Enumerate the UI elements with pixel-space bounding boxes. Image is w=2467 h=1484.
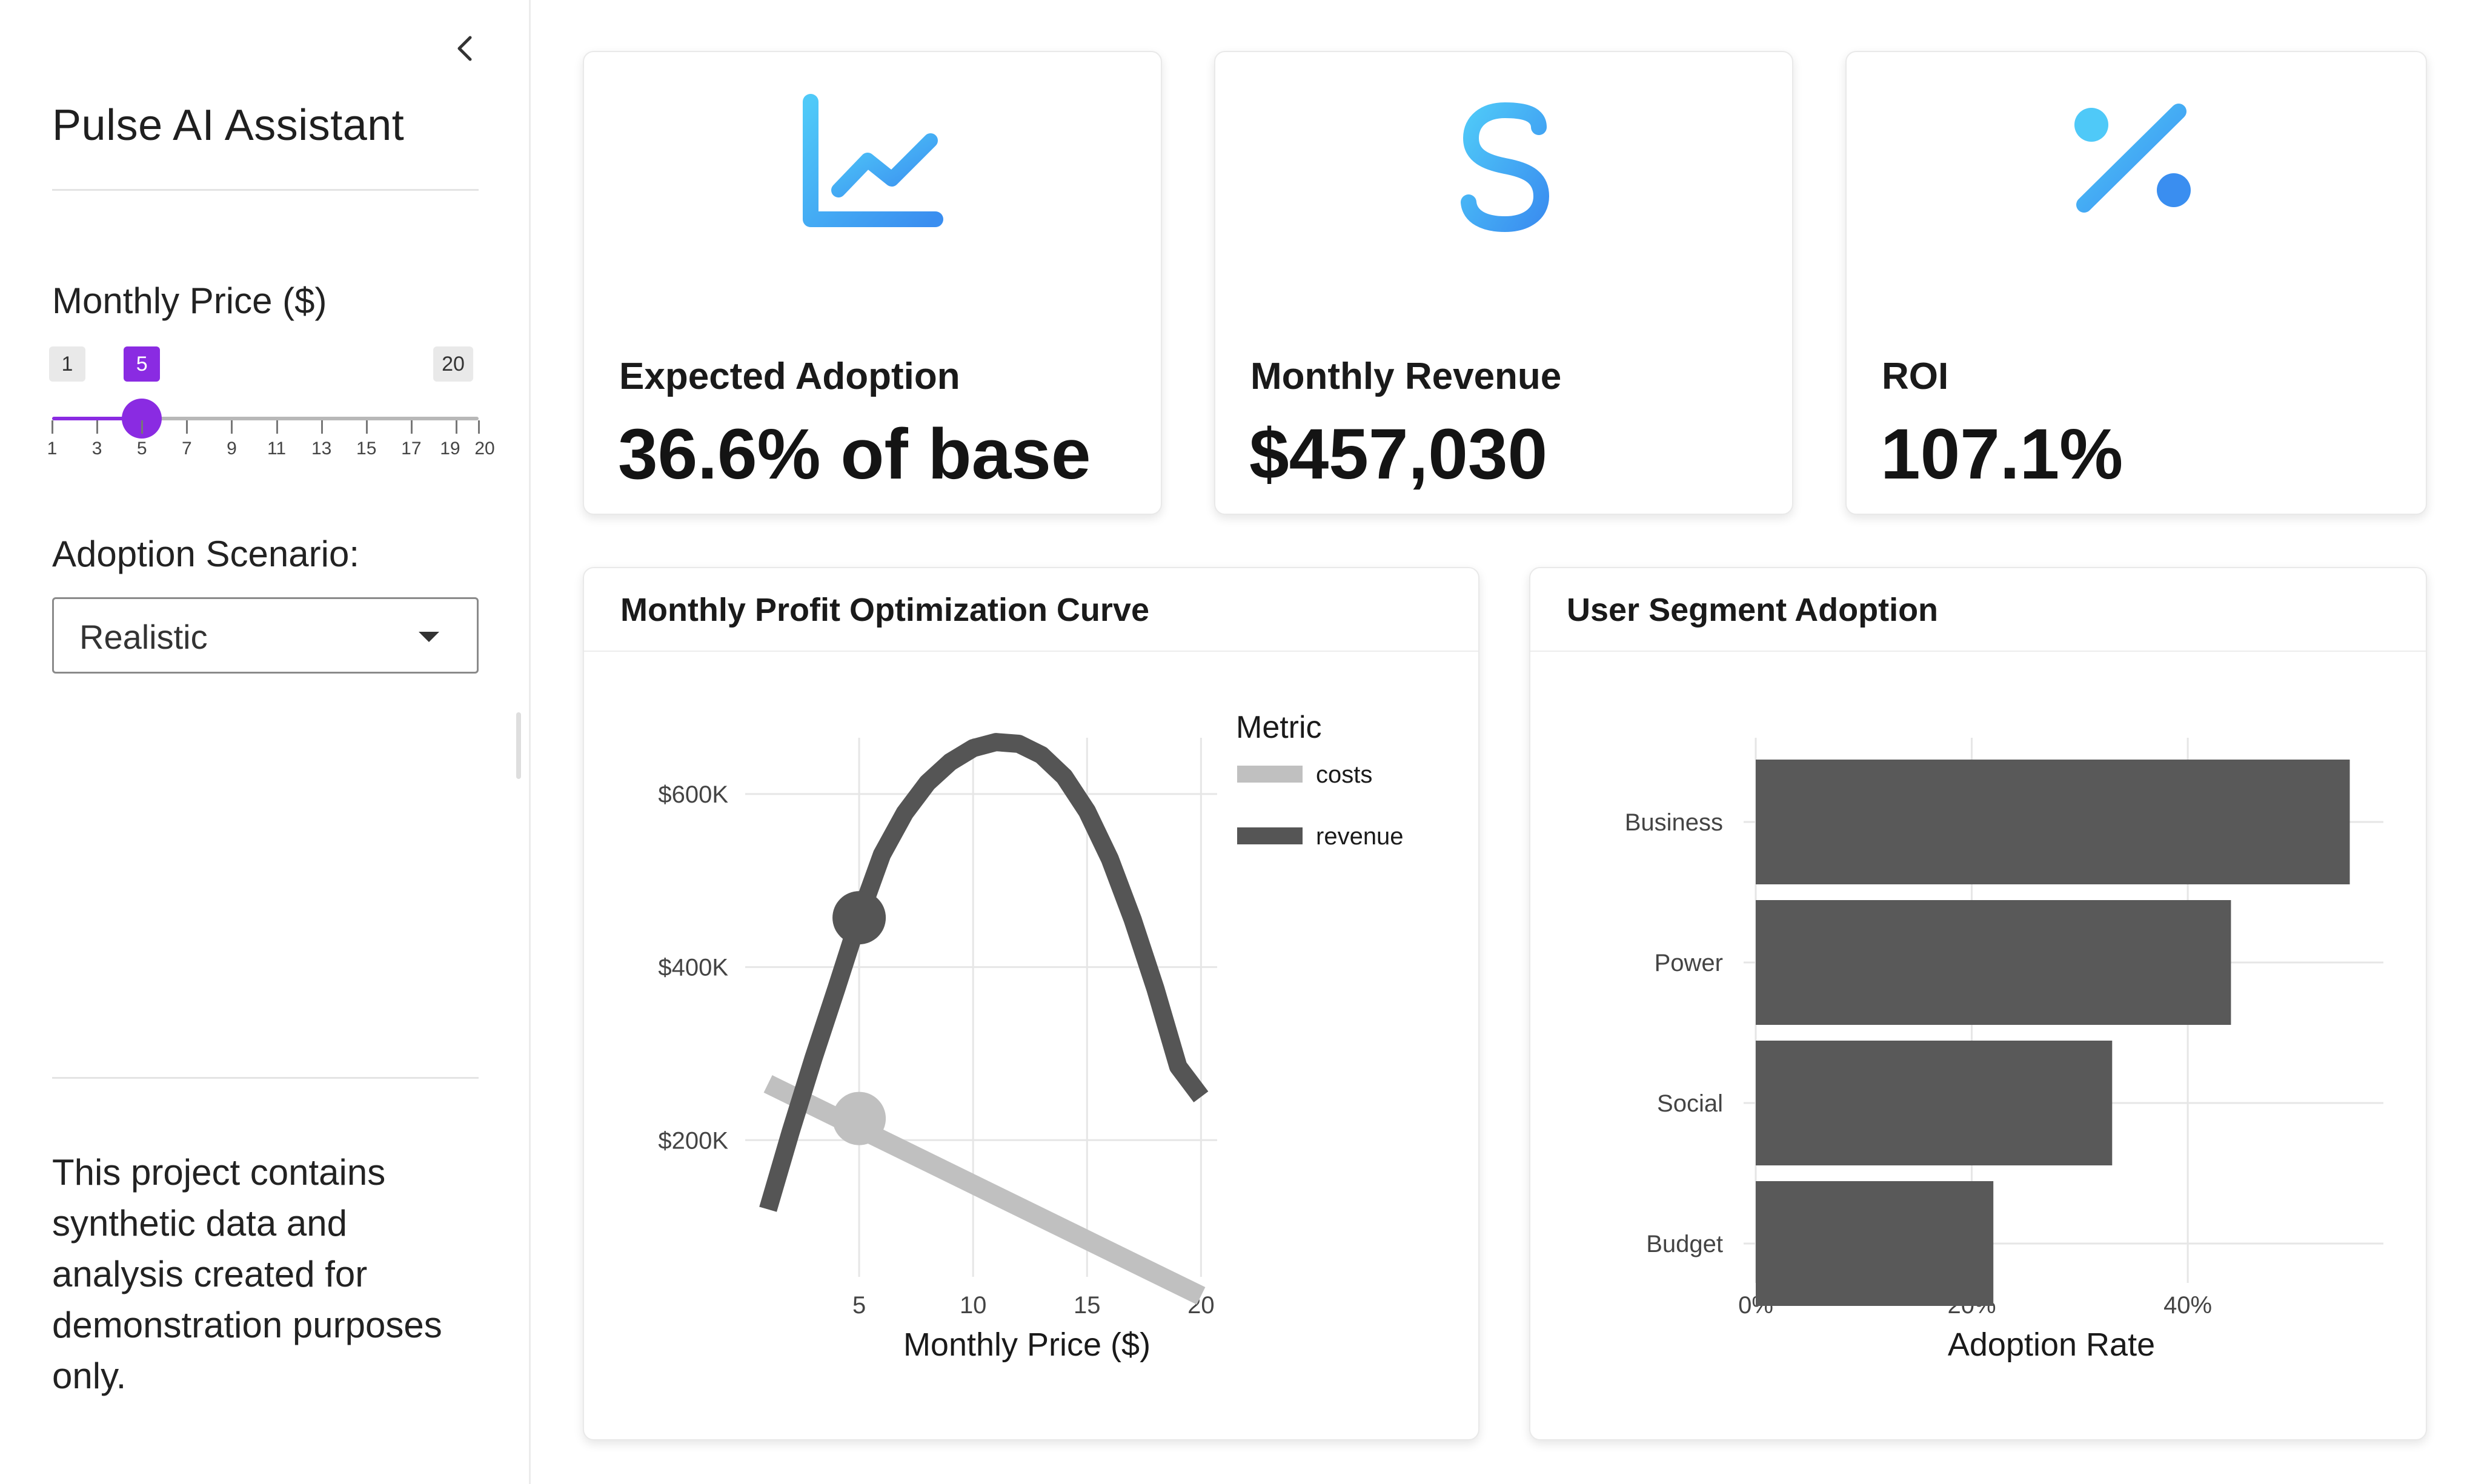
legend-swatch-costs bbox=[1237, 766, 1303, 783]
bar-power bbox=[1756, 900, 2231, 1025]
x-tick-label: 15 bbox=[1074, 1292, 1101, 1319]
collapse-sidebar-button[interactable] bbox=[448, 31, 482, 65]
slider-tick-label: 13 bbox=[311, 439, 332, 459]
x-axis-title: Adoption Rate bbox=[1948, 1327, 2155, 1363]
price-slider-label: Monthly Price ($) bbox=[52, 280, 327, 321]
slider-tick bbox=[276, 420, 278, 434]
legend-swatch-revenue bbox=[1237, 827, 1303, 844]
slider-tick bbox=[365, 420, 368, 434]
legend-label: revenue bbox=[1316, 823, 1404, 850]
bar-business bbox=[1756, 760, 2350, 884]
slider-tick-label: 9 bbox=[227, 439, 237, 459]
slider-value-badge: 5 bbox=[124, 346, 161, 382]
kpi-value: $457,030 bbox=[1249, 414, 1548, 494]
kpi-label: Expected Adoption bbox=[619, 356, 960, 397]
slider-tick-label: 19 bbox=[440, 439, 460, 459]
slider-tick bbox=[186, 420, 188, 434]
y-tick-label: $400K bbox=[658, 955, 728, 981]
slider-tick bbox=[410, 420, 413, 434]
slider-tick bbox=[478, 420, 480, 434]
y-tick-label: $200K bbox=[658, 1127, 728, 1154]
segment-bar-chart: 0%20%40%BusinessPowerSocialBudgetAdoptio… bbox=[1625, 738, 2383, 1363]
slider-tick-label: 1 bbox=[47, 439, 58, 459]
slider-tick bbox=[141, 420, 144, 434]
scenario-label: Adoption Scenario: bbox=[52, 534, 360, 574]
marker-costs bbox=[832, 1091, 886, 1145]
sidebar-resize-handle[interactable] bbox=[516, 712, 521, 779]
slider-tick bbox=[51, 420, 53, 434]
divider bbox=[52, 1077, 479, 1079]
category-label: Budget bbox=[1646, 1231, 1723, 1257]
category-label: Power bbox=[1655, 950, 1723, 976]
divider bbox=[584, 651, 1478, 652]
kpi-value: 107.1% bbox=[1881, 414, 2123, 494]
slider-tick bbox=[455, 420, 457, 434]
kpi-card-adoption: Expected Adoption 36.6% of base bbox=[583, 51, 1162, 515]
slider-tick bbox=[96, 420, 99, 434]
app-title: Pulse AI Assistant bbox=[52, 101, 405, 150]
x-tick-label: 40% bbox=[2163, 1292, 2212, 1319]
slider-tick bbox=[320, 420, 323, 434]
kpi-label: Monthly Revenue bbox=[1250, 356, 1562, 397]
kpi-value: 36.6% of base bbox=[618, 414, 1091, 494]
legend-title: Metric bbox=[1236, 710, 1322, 745]
x-tick-label: 5 bbox=[852, 1292, 866, 1319]
slider-tick-label: 5 bbox=[136, 439, 147, 459]
slider-max-badge: 20 bbox=[433, 346, 473, 382]
bar-social bbox=[1756, 1041, 2113, 1165]
line-chart-icon bbox=[803, 94, 943, 227]
percent-icon bbox=[2074, 104, 2191, 213]
scenario-selected-value: Realistic bbox=[79, 618, 208, 656]
category-label: Business bbox=[1625, 809, 1723, 836]
slider-min-badge: 1 bbox=[49, 346, 85, 382]
kpi-card-roi: ROI 107.1% bbox=[1845, 51, 2427, 515]
marker-revenue bbox=[832, 891, 886, 945]
kpi-label: ROI bbox=[1882, 356, 1949, 397]
slider-tick-label: 11 bbox=[267, 439, 287, 459]
chevron-left-icon bbox=[457, 36, 472, 61]
category-label: Social bbox=[1657, 1090, 1723, 1117]
price-slider-track[interactable] bbox=[52, 417, 479, 420]
divider bbox=[52, 189, 479, 191]
kpi-card-revenue: Monthly Revenue $457,030 bbox=[1214, 51, 1793, 515]
chart-title: User Segment Adoption bbox=[1567, 592, 1939, 628]
divider bbox=[1530, 651, 2426, 652]
legend-label: costs bbox=[1316, 761, 1372, 788]
x-tick-label: 10 bbox=[960, 1292, 987, 1319]
profit-line-chart: $200K$400K$600K5 10 15 20Monthly Price ($)M… bbox=[658, 710, 1404, 1363]
y-tick-label: $600K bbox=[658, 781, 728, 808]
segment-adoption-card: User Segment Adoption 0%20%40%BusinessPo… bbox=[1529, 567, 2427, 1440]
slider-tick-label: 15 bbox=[356, 439, 377, 459]
profit-curve-card: Monthly Profit Optimization Curve $200K $… bbox=[583, 567, 1479, 1440]
sidebar: Pulse AI Assistant Monthly Price ($) 1 5… bbox=[0, 0, 531, 1484]
slider-tick-label: 17 bbox=[401, 439, 422, 459]
disclaimer-note: This project contains synthetic data and… bbox=[52, 1152, 442, 1396]
chart-title: Monthly Profit Optimization Curve bbox=[620, 592, 1149, 628]
dollar-icon bbox=[1461, 91, 1550, 246]
slider-tick-label: 3 bbox=[91, 439, 102, 459]
slider-tick-label: 20 bbox=[474, 439, 495, 459]
slider-tick bbox=[231, 420, 233, 434]
scenario-select[interactable]: Realistic bbox=[52, 597, 479, 674]
x-axis-title: Monthly Price ($) bbox=[903, 1327, 1150, 1363]
dropdown-caret-icon bbox=[419, 632, 439, 642]
bar-budget bbox=[1756, 1181, 1994, 1306]
slider-tick-label: 7 bbox=[181, 439, 192, 459]
